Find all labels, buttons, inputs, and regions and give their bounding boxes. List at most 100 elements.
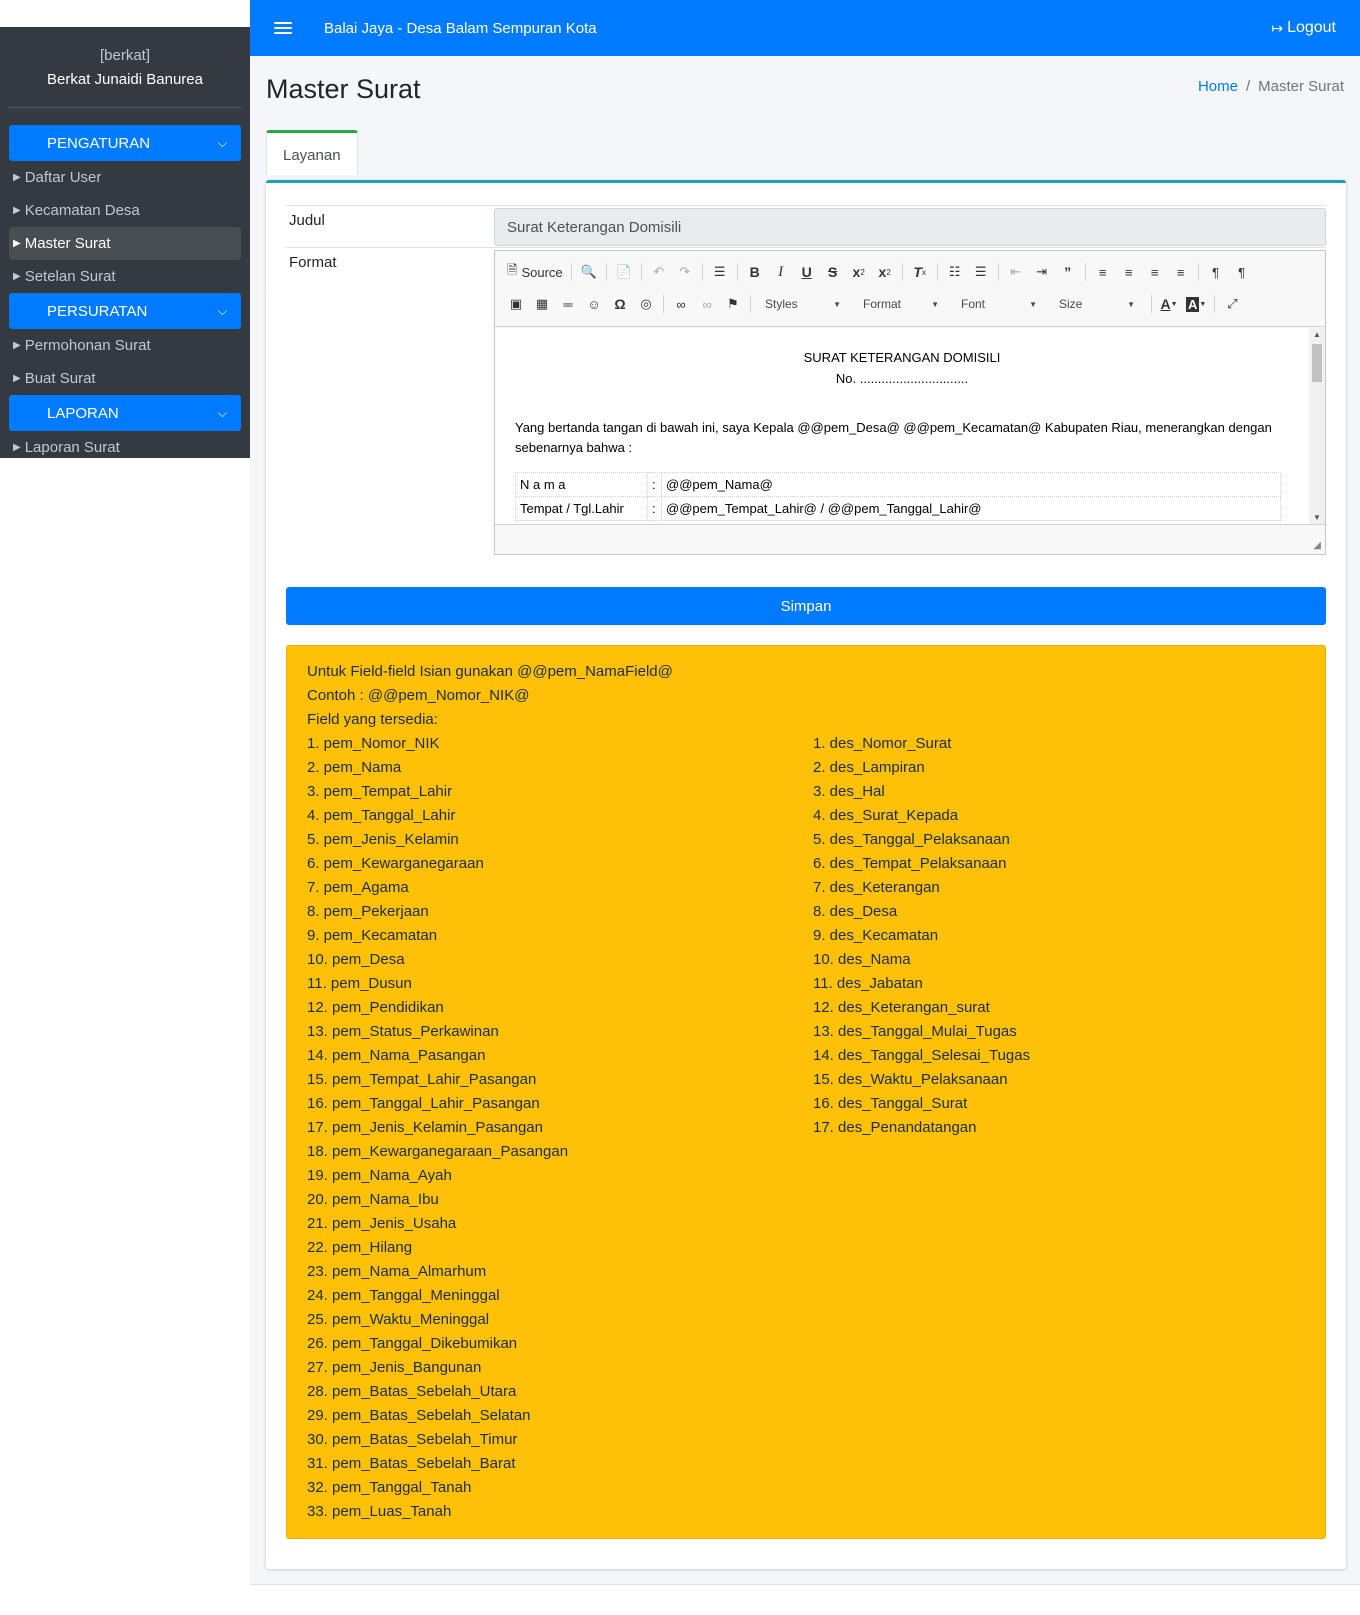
- list-item: 4. des_Surat_Kepada: [813, 807, 959, 824]
- breadcrumb-separator: /: [1245, 78, 1251, 95]
- list-item: 21. pem_Jenis_Usaha: [307, 1215, 457, 1232]
- toolbar-separator: [701, 263, 703, 281]
- menu-section-label: PENGATURAN: [47, 134, 151, 152]
- list-item: 1. pem_Nomor_NIK: [307, 735, 440, 752]
- sign-out-icon: ↦: [1271, 19, 1284, 36]
- text-color-icon[interactable]: A ▼: [1156, 291, 1182, 317]
- sidebar-item-kecamatan-desa[interactable]: ▶ Kecamatan Desa: [9, 194, 241, 227]
- list-item: 17. des_Penandatangan: [813, 1119, 977, 1136]
- list-item: 16. des_Tanggal_Surat: [813, 1095, 968, 1112]
- toolbar-separator: [1151, 295, 1152, 313]
- italic-icon[interactable]: I: [768, 259, 794, 285]
- maximize-icon[interactable]: ⤢: [1219, 291, 1245, 317]
- numbered-list-icon[interactable]: ☷: [942, 259, 968, 285]
- breadcrumb-home-link[interactable]: Home: [1198, 78, 1238, 95]
- dropdown-arrow-icon: ▼: [1127, 299, 1135, 309]
- format-block-icon[interactable]: ☰: [707, 259, 733, 285]
- source-button[interactable]: 🗎 Source: [503, 259, 567, 285]
- link-icon[interactable]: ∞: [668, 291, 694, 317]
- image-icon[interactable]: ▣: [503, 291, 529, 317]
- menu-section-pengaturan[interactable]: PENGATURAN ⌵: [9, 125, 241, 161]
- format-dropdown[interactable]: Format ▼: [853, 291, 945, 317]
- text-direction-ltr-icon[interactable]: ¶: [1203, 259, 1229, 285]
- user-panel: [berkat] Berkat Junaidi Banurea: [8, 27, 242, 108]
- menu-section-persuratan[interactable]: PERSURATAN ⌵: [9, 293, 241, 329]
- list-item: 11. des_Jabatan: [813, 975, 923, 992]
- styles-dropdown[interactable]: Styles ▼: [755, 291, 847, 317]
- text-direction-rtl-icon[interactable]: ¶: [1229, 259, 1255, 285]
- sidebar-item-label: Laporan Surat: [24, 439, 120, 456]
- sidebar-item-daftar-user[interactable]: ▶ Daftar User: [9, 161, 241, 194]
- dropdown-arrow-icon: ▼: [1029, 299, 1037, 309]
- field-info-alert: Untuk Field-field Isian gunakan @@pem_Na…: [286, 645, 1326, 1539]
- toolbar-separator: [570, 263, 572, 281]
- resize-handle-icon[interactable]: ◢: [1313, 540, 1321, 551]
- anchor-flag-icon[interactable]: ⚑: [720, 291, 746, 317]
- judul-input[interactable]: [494, 208, 1326, 246]
- list-item: 29. pem_Batas_Sebelah_Selatan: [307, 1407, 531, 1424]
- remove-format-icon[interactable]: Tx: [907, 259, 933, 285]
- scrollbar-thumb[interactable]: [1312, 344, 1322, 382]
- undo-icon[interactable]: ↶: [646, 259, 672, 285]
- background-color-icon[interactable]: A ▼: [1182, 291, 1210, 317]
- align-justify-icon[interactable]: ≡: [1168, 259, 1194, 285]
- app-title: Balai Jaya - Desa Balam Sempuran Kota: [324, 19, 597, 37]
- footer-divider: [250, 1584, 1360, 1585]
- sidebar-item-permohonan-surat[interactable]: ▶ Permohonan Surat: [9, 329, 241, 362]
- scroll-up-icon[interactable]: ▲: [1313, 330, 1321, 339]
- align-right-icon[interactable]: ≡: [1142, 259, 1168, 285]
- user-name[interactable]: Berkat Junaidi Banurea: [8, 70, 242, 90]
- list-item: 12. des_Keterangan_surat: [813, 999, 990, 1016]
- chevron-down-icon: ⌵: [217, 303, 227, 318]
- tab-layanan[interactable]: Layanan: [266, 130, 358, 175]
- bulleted-list-icon[interactable]: ☰: [968, 259, 994, 285]
- chevron-down-icon: ⌵: [217, 135, 227, 150]
- iframe-globe-icon[interactable]: ◎: [633, 291, 659, 317]
- hamburger-menu-icon[interactable]: [274, 19, 292, 37]
- sidebar-item-buat-surat[interactable]: ▶ Buat Surat: [9, 362, 241, 395]
- sidebar-item-laporan-surat[interactable]: ▶ Laporan Surat: [9, 431, 241, 458]
- indent-icon[interactable]: ⇥: [1029, 259, 1055, 285]
- blockquote-icon[interactable]: ”: [1055, 259, 1081, 285]
- doc-paragraph: Yang bertanda tangan di bawah ini, saya …: [515, 420, 1272, 455]
- menu-section-laporan[interactable]: LAPORAN ⌵: [9, 395, 241, 431]
- logout-button[interactable]: ↦ Logout: [1271, 19, 1336, 37]
- table-cell-label: Tempat / Tgl.Lahir: [515, 496, 648, 521]
- templates-icon[interactable]: 📄: [611, 259, 637, 285]
- align-left-icon[interactable]: ≡: [1090, 259, 1116, 285]
- list-item: 26. pem_Tanggal_Dikebumikan: [307, 1335, 518, 1352]
- horizontal-line-icon[interactable]: ═: [555, 291, 581, 317]
- table-icon[interactable]: ▦: [529, 291, 555, 317]
- redo-icon[interactable]: ↷: [672, 259, 698, 285]
- bold-icon[interactable]: B: [742, 259, 768, 285]
- content-wrapper: Master Surat Home / Master Surat Layanan…: [250, 56, 1360, 1584]
- underline-icon[interactable]: U: [794, 259, 820, 285]
- scroll-down-icon[interactable]: ▼: [1313, 513, 1321, 522]
- list-item: 3. pem_Tempat_Lahir: [307, 783, 453, 800]
- info-line-available: Field yang tersedia:: [307, 711, 438, 728]
- sidebar-item-master-surat[interactable]: ▶ Master Surat: [9, 227, 241, 260]
- chevron-down-icon: ⌵: [217, 405, 227, 420]
- des-field-list: 1. des_Nomor_Surat 2. des_Lampiran 3. des_…: [813, 732, 1293, 1524]
- smiley-icon[interactable]: ☺: [581, 291, 607, 317]
- align-center-icon[interactable]: ≡: [1116, 259, 1142, 285]
- toolbar-separator: [1214, 295, 1216, 313]
- dropdown-arrow-icon: ▼: [833, 299, 841, 309]
- outdent-icon[interactable]: ⇤: [1003, 259, 1029, 285]
- size-dropdown[interactable]: Size ▼: [1049, 291, 1141, 317]
- list-item: 4. pem_Tanggal_Lahir: [307, 807, 456, 824]
- font-dropdown[interactable]: Font ▼: [951, 291, 1043, 317]
- special-char-icon[interactable]: Ω: [607, 291, 633, 317]
- unlink-icon[interactable]: ∞: [694, 291, 720, 317]
- editor-content-area[interactable]: SURAT KETERANGAN DOMISILI No. ..........…: [495, 328, 1325, 524]
- preview-icon[interactable]: 🔍: [576, 259, 602, 285]
- caret-right-icon: ▶: [13, 172, 21, 183]
- save-button[interactable]: Simpan: [286, 587, 1326, 625]
- list-item: 1. des_Nomor_Surat: [813, 735, 952, 752]
- sidebar-item-setelan-surat[interactable]: ▶ Setelan Surat: [9, 260, 241, 293]
- strikethrough-icon[interactable]: S: [820, 259, 846, 285]
- subscript-icon[interactable]: x2: [846, 259, 872, 285]
- list-item: 24. pem_Tanggal_Meninggal: [307, 1287, 500, 1304]
- editor-scrollbar[interactable]: ▲ ▼: [1309, 328, 1325, 524]
- superscript-icon[interactable]: x2: [872, 259, 898, 285]
